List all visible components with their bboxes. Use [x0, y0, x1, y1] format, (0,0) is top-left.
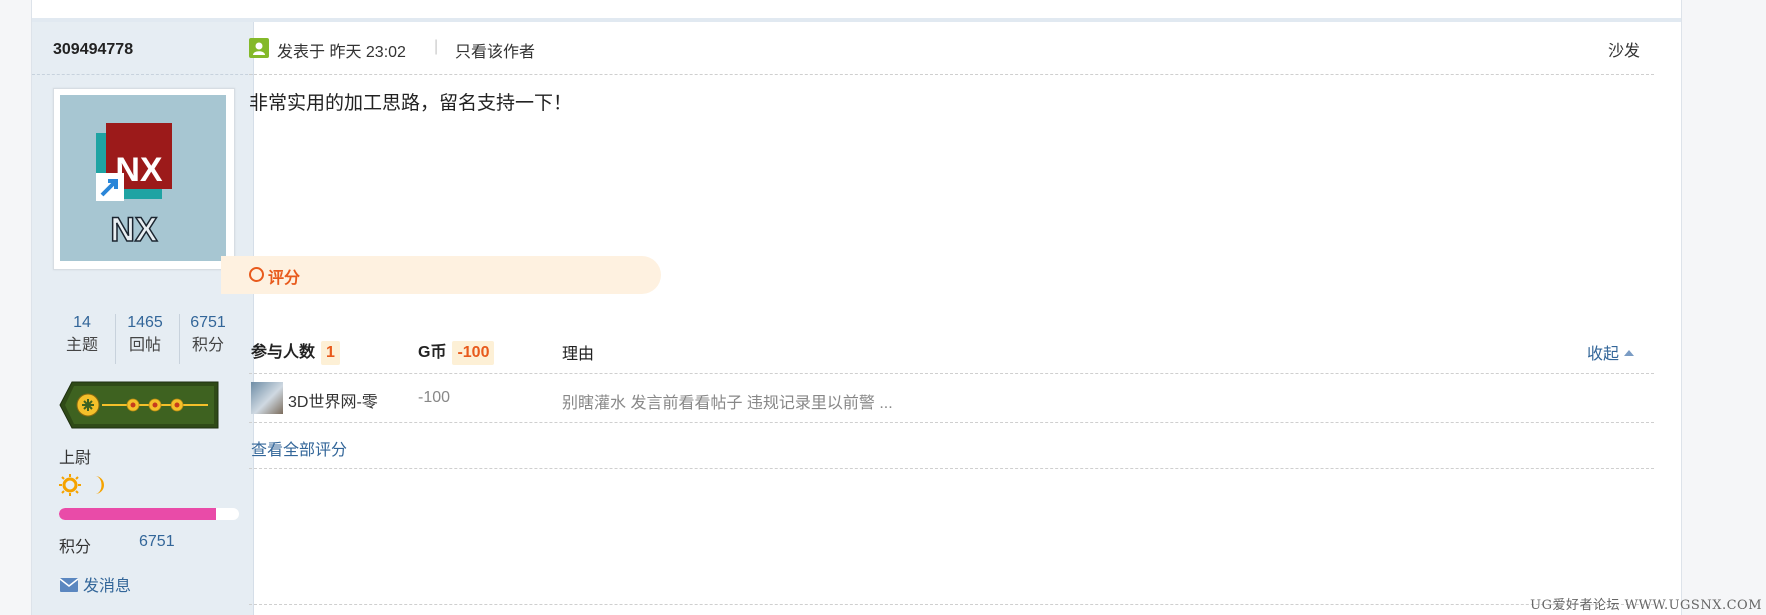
rater-coin: -100: [418, 389, 451, 406]
stat-label: 积分: [191, 337, 224, 354]
participants-header: 参与人数 1: [251, 338, 340, 365]
rating-banner: 评分: [221, 256, 661, 294]
send-message-label: 发消息: [83, 578, 132, 595]
stat-points[interactable]: 6751 积分: [176, 312, 240, 358]
level-icons: [59, 474, 119, 496]
circle-icon: [249, 267, 264, 282]
score-value: 6751: [139, 533, 175, 550]
sidebar-divider: [32, 74, 253, 75]
post-header: 发表于 昨天 23:02 | 只看该作者 沙发: [249, 28, 1654, 75]
author-avatar[interactable]: NX NX: [53, 88, 235, 270]
previous-post-strip: [32, 0, 1681, 18]
send-message-link[interactable]: 发消息: [59, 572, 131, 596]
rating-label: 评分: [268, 270, 301, 287]
header-divider: |: [434, 38, 439, 55]
coin-header: G币 -100: [418, 338, 495, 365]
stat-threads[interactable]: 14 主题: [50, 312, 114, 358]
rating-bottom-divider: [249, 468, 1654, 469]
rater-name[interactable]: 3D世界网-零: [288, 388, 378, 412]
stat-value: 14: [73, 314, 91, 331]
author-sidebar: 309494778 NX NX 14 主题 1465 回帖 6751 积分 上尉…: [32, 22, 254, 615]
only-author-link[interactable]: 只看该作者: [455, 38, 535, 62]
reason-header: 理由: [562, 346, 595, 363]
rating-table: 参与人数 1 G币 -100 理由 收起 3D世界网-零 -100 别瞎灌水 发言前…: [249, 330, 1654, 469]
envelope-icon: [59, 578, 79, 592]
rating-row: 3D世界网-零 -100 别瞎灌水 发言前看看帖子 违规记录里以前警 ...: [249, 374, 1654, 423]
stat-value: 1465: [127, 314, 163, 331]
author-stats: 14 主题 1465 回帖 6751 积分: [50, 312, 244, 366]
level-progress-bar: [59, 508, 239, 520]
rater-avatar[interactable]: [251, 382, 283, 414]
sun-icon: [59, 474, 81, 496]
collapse-button[interactable]: 收起: [1587, 340, 1634, 364]
stat-label: 主题: [65, 337, 98, 354]
participants-count: 1: [321, 341, 340, 365]
floor-number[interactable]: 沙发: [1608, 37, 1640, 61]
post-separator: [32, 18, 1681, 22]
view-all-ratings-link[interactable]: 查看全部评分: [251, 436, 347, 460]
online-user-icon: [249, 38, 269, 58]
post-content: 非常实用的加工思路，留名支持一下！: [249, 93, 573, 114]
post-time: 发表于 昨天 23:02: [277, 44, 406, 61]
nx-logo-icon: NX NX: [60, 95, 226, 261]
coin-total: -100: [452, 341, 495, 365]
stat-replies[interactable]: 1465 回帖: [113, 312, 177, 358]
participants-label: 参与人数: [251, 344, 316, 361]
stat-value: 6751: [190, 314, 226, 331]
level-progress-fill: [59, 508, 216, 520]
rank-badge-icon: [58, 380, 220, 435]
watermark: UG爱好者论坛 WWW.UGSNX.COM: [1530, 598, 1762, 613]
moon-icon: [95, 476, 104, 494]
score-label: 积分: [59, 539, 92, 556]
avatar-caption-text: NX: [110, 211, 158, 249]
coin-label: G币: [418, 344, 447, 361]
rating-table-header: 参与人数 1 G币 -100 理由 收起: [249, 330, 1654, 374]
stat-label: 回帖: [128, 337, 161, 354]
author-username[interactable]: 309494778: [53, 41, 133, 59]
triangle-up-icon: [1624, 350, 1634, 356]
rater-reason: 别瞎灌水 发言前看看帖子 违规记录里以前警 ...: [562, 395, 893, 412]
rank-title: 上尉: [59, 450, 92, 467]
collapse-label: 收起: [1586, 346, 1619, 363]
post-bottom-divider: [249, 604, 1654, 605]
